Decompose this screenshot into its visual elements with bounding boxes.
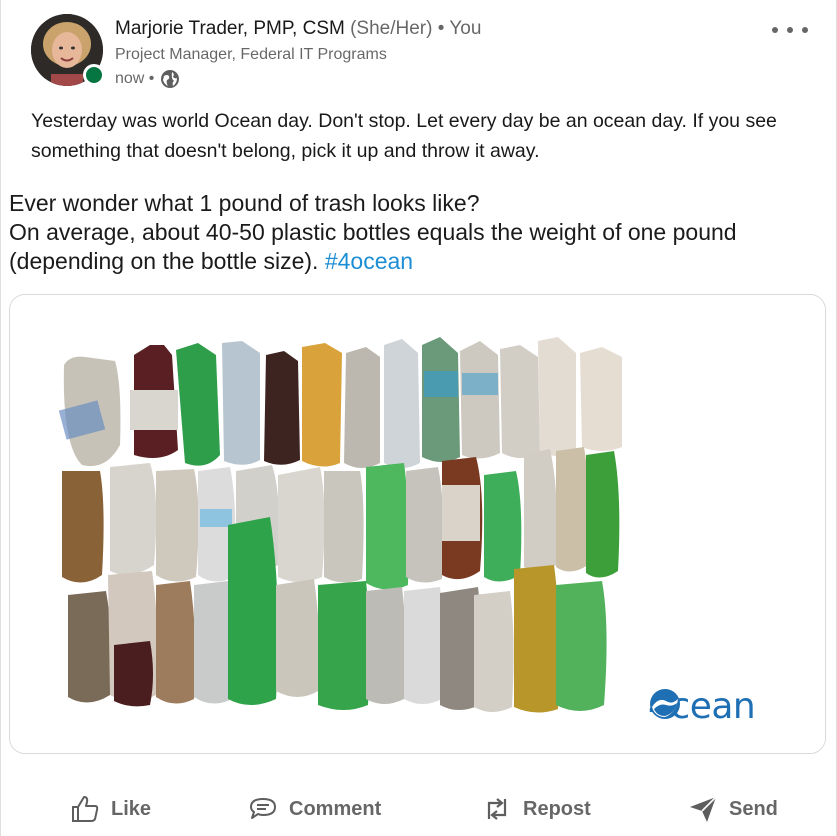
like-label: Like — [111, 797, 152, 820]
like-button[interactable]: Like — [69, 792, 151, 826]
4ocean-logo: 4cean — [648, 686, 756, 727]
send-icon — [690, 796, 717, 822]
post-commentary: Yesterday was world Ocean day. Don't sto… — [31, 110, 777, 162]
send-label: Send — [729, 797, 778, 820]
embedded-line-1: Ever wonder what 1 pound of trash looks … — [9, 190, 480, 216]
post-timestamp: now • — [115, 68, 481, 90]
author-meta: Marjorie Trader, PMP, CSM (She/Her) • Yo… — [115, 16, 481, 90]
embedded-line-3: (depending on the bottle size). #4ocean — [9, 247, 834, 276]
author-pronouns: (She/Her) — [350, 18, 433, 39]
comment-label: Comment — [289, 797, 382, 820]
comment-button[interactable]: Comment — [247, 792, 381, 826]
embedded-headline: Ever wonder what 1 pound of trash looks … — [9, 189, 834, 276]
author-headline: Project Manager, Federal IT Programs — [115, 46, 387, 63]
embedded-line-2: On average, about 40-50 plastic bottles … — [9, 219, 737, 245]
online-status-indicator — [83, 64, 105, 86]
wave-logo-icon — [650, 689, 680, 719]
comment-icon — [250, 798, 276, 819]
connection-degree: • You — [437, 18, 482, 39]
social-actions-bar: Like Comment Repost Send — [1, 782, 837, 836]
post-image[interactable]: 4cean — [9, 294, 826, 754]
post-header: Marjorie Trader, PMP, CSM (She/Her) • Yo… — [29, 12, 822, 94]
hashtag-link[interactable]: #4ocean — [325, 248, 413, 274]
post-time: now • — [115, 70, 155, 87]
more-options-icon[interactable] — [772, 18, 808, 42]
author-name-line: Marjorie Trader, PMP, CSM (She/Her) • Yo… — [115, 16, 481, 42]
post-card: Marjorie Trader, PMP, CSM (She/Her) • Yo… — [0, 0, 837, 836]
author-name[interactable]: Marjorie Trader, PMP, CSM — [115, 18, 345, 39]
repost-icon — [487, 798, 507, 820]
embedded-line-3-text: (depending on the bottle size). — [9, 248, 319, 274]
repost-label: Repost — [523, 797, 591, 820]
repost-button[interactable]: Repost — [481, 792, 591, 826]
send-button[interactable]: Send — [687, 792, 778, 826]
brand-suffix: cean — [670, 686, 756, 727]
thumbs-up-icon — [72, 796, 99, 822]
globe-icon — [161, 70, 180, 88]
